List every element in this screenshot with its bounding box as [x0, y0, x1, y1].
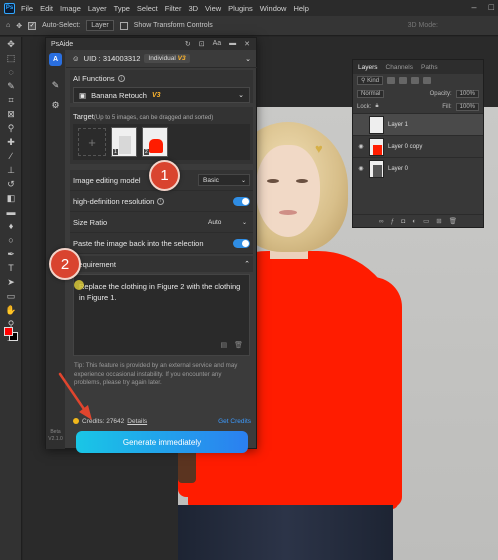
target-number: 1 [113, 149, 118, 155]
pointer-arrow [58, 372, 92, 420]
target-number: 2 [144, 149, 149, 155]
